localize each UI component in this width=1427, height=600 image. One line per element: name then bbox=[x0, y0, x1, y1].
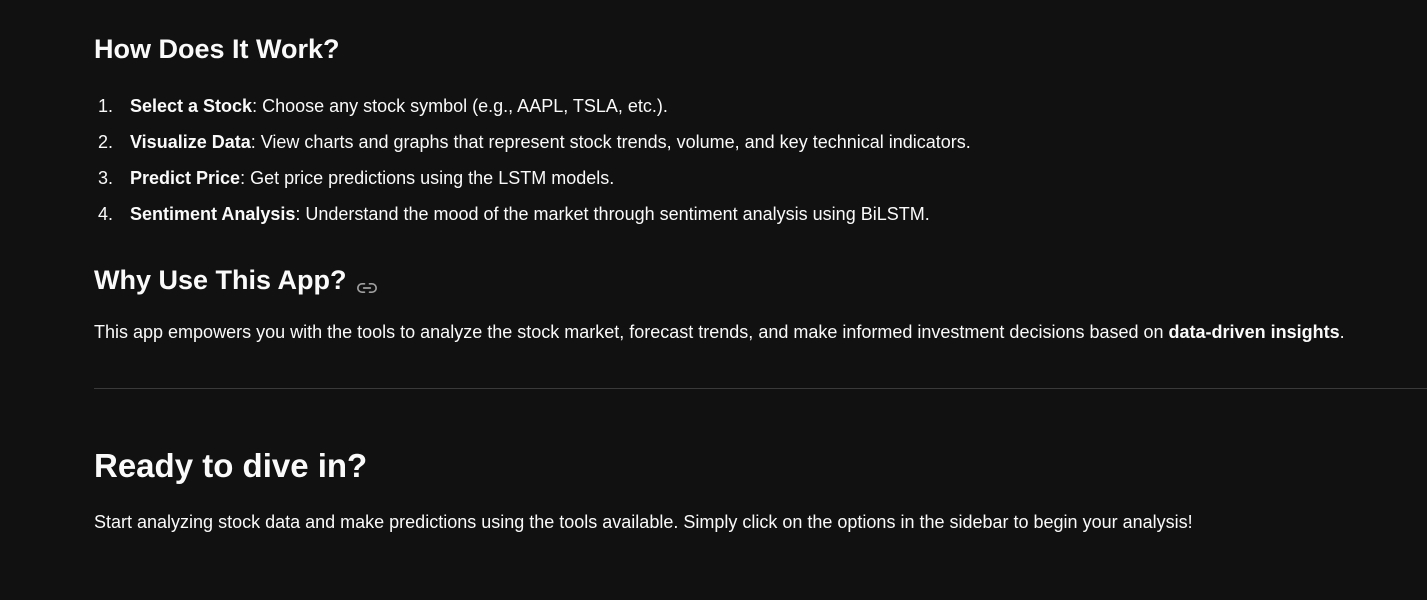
ready-heading: Ready to dive in? bbox=[94, 447, 368, 484]
link-icon[interactable] bbox=[356, 270, 377, 293]
step-text: : View charts and graphs that represent … bbox=[250, 132, 971, 152]
step-title: Select a Stock bbox=[130, 96, 253, 116]
ready-paragraph: Start analyzing stock data and make pred… bbox=[94, 512, 1193, 532]
list-number: 2. bbox=[98, 132, 114, 152]
list-item: 1. Select a Stock: Choose any stock symb… bbox=[94, 88, 971, 124]
divider bbox=[94, 388, 1427, 389]
step-text: : Understand the mood of the market thro… bbox=[295, 204, 930, 224]
list-number: 4. bbox=[98, 204, 114, 224]
list-item: 2. Visualize Data: View charts and graph… bbox=[94, 124, 971, 160]
step-title: Sentiment Analysis bbox=[130, 204, 296, 224]
how-it-works-heading: How Does It Work? bbox=[94, 34, 340, 64]
steps-list: 1. Select a Stock: Choose any stock symb… bbox=[94, 88, 971, 232]
why-text-bold: data-driven insights bbox=[1168, 322, 1340, 342]
list-number: 3. bbox=[98, 168, 114, 188]
step-title: Predict Price bbox=[130, 168, 241, 188]
why-use-paragraph: This app empowers you with the tools to … bbox=[94, 318, 1345, 346]
why-text-end: . bbox=[1339, 322, 1345, 342]
why-use-heading-text: Why Use This App? bbox=[94, 265, 347, 295]
list-item: 4. Sentiment Analysis: Understand the mo… bbox=[94, 196, 971, 232]
list-number: 1. bbox=[98, 96, 114, 116]
why-use-heading: Why Use This App? bbox=[94, 261, 377, 299]
list-item: 3. Predict Price: Get price predictions … bbox=[94, 160, 971, 196]
step-title: Visualize Data bbox=[130, 132, 251, 152]
step-text: : Choose any stock symbol (e.g., AAPL, T… bbox=[252, 96, 668, 116]
why-text-start: This app empowers you with the tools to … bbox=[94, 322, 1169, 342]
step-text: : Get price predictions using the LSTM m… bbox=[240, 168, 615, 188]
